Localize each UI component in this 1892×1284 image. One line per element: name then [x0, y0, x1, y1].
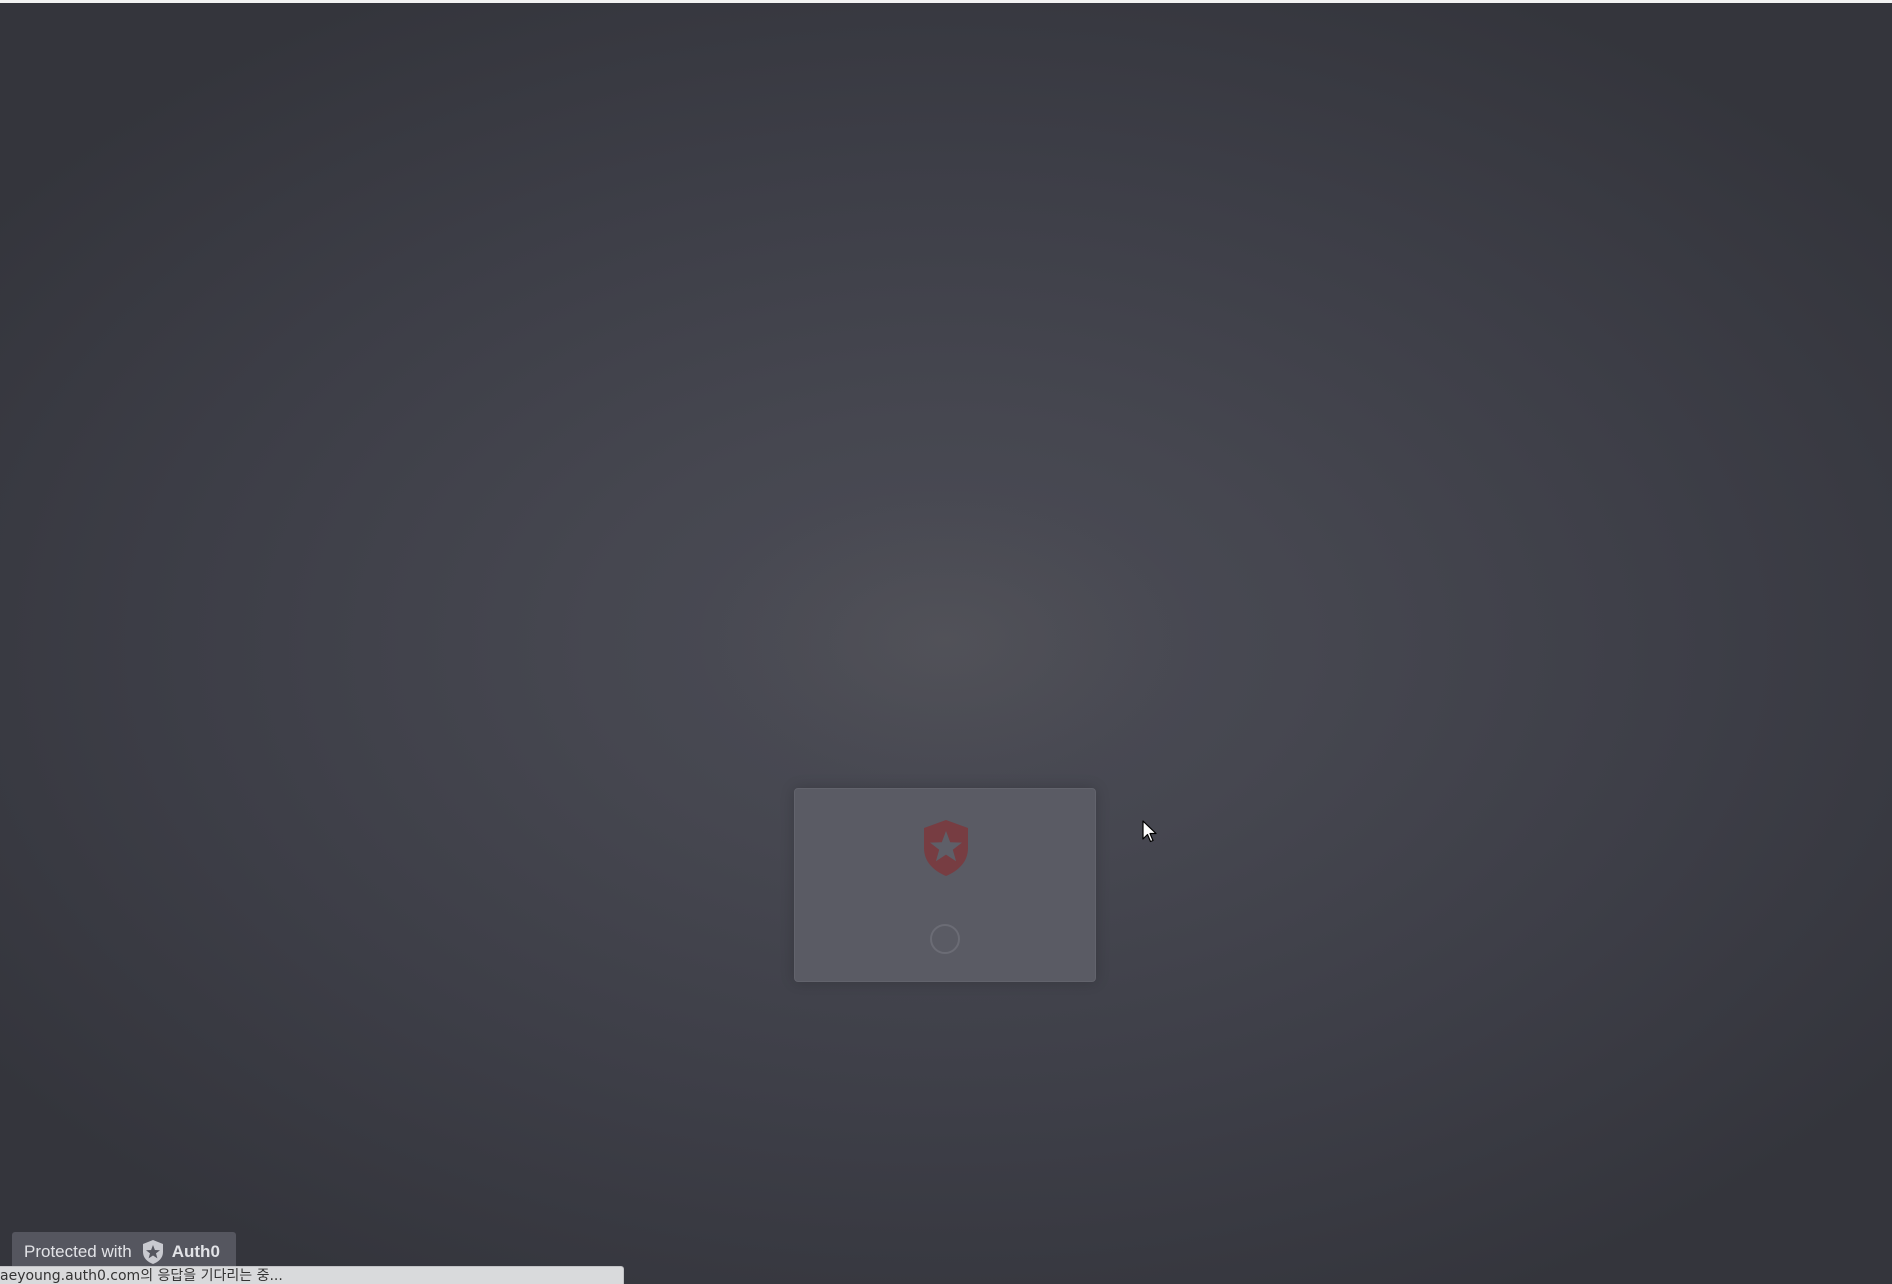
auth0-shield-star-icon [924, 820, 968, 876]
browser-status-bar: aeyoung.auth0.com의 응답을 기다리는 중... [0, 1266, 624, 1284]
badge-protected-label: Protected with [24, 1242, 132, 1261]
mouse-pointer-icon [1142, 820, 1157, 843]
login-widget [794, 788, 1096, 982]
badge-brand-label: Auth0 [171, 1242, 220, 1261]
status-text: aeyoung.auth0.com의 응답을 기다리는 중... [0, 1268, 283, 1284]
auth0-badge-icon [142, 1240, 163, 1264]
backdrop-glow [700, 490, 1190, 790]
spinner-icon [930, 924, 960, 954]
